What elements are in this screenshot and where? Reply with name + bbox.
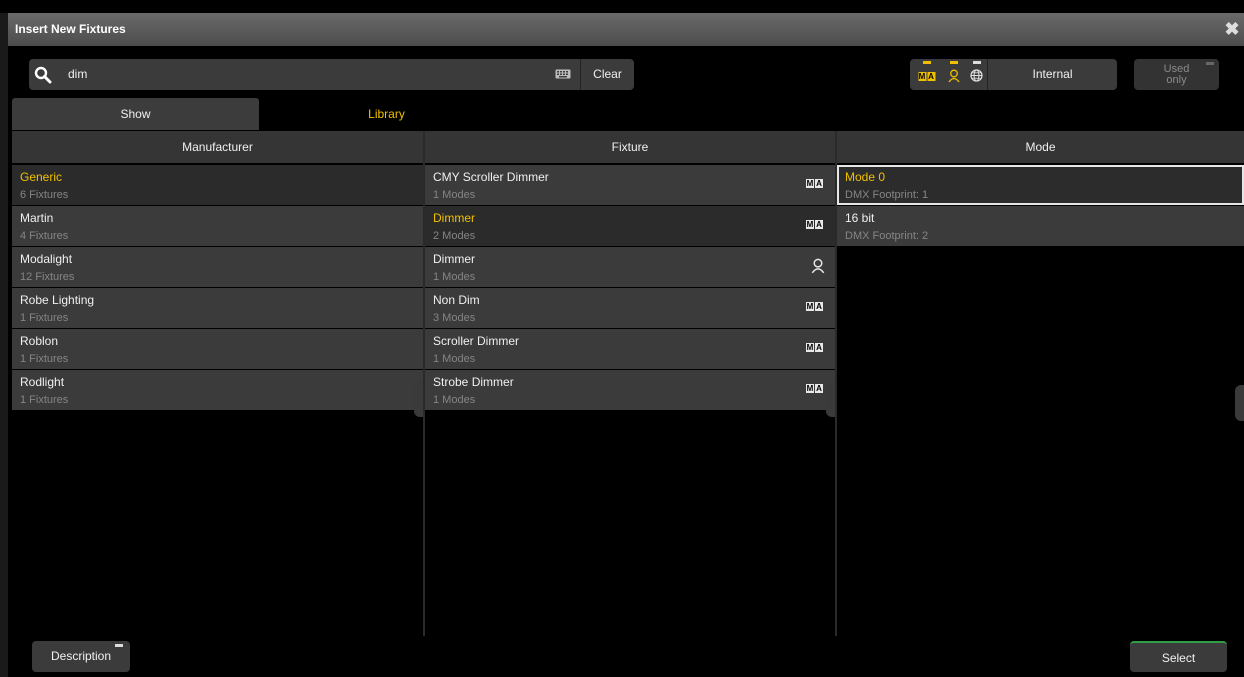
manufacturer-header: Manufacturer — [12, 131, 423, 163]
active-indicator — [950, 61, 958, 64]
ma-icon-letter-m: M — [806, 302, 814, 311]
list-item[interactable]: Scroller Dimmer 1 Modes MA — [425, 329, 835, 369]
manufacturer-name: Generic — [20, 170, 63, 184]
description-button[interactable]: Description — [32, 641, 130, 672]
list-item[interactable]: CMY Scroller Dimmer 1 Modes MA — [425, 165, 835, 205]
search-icon — [34, 66, 52, 84]
fixture-name: Non Dim — [433, 293, 480, 307]
mode-count: 1 Modes — [433, 189, 476, 201]
inactive-indicator — [972, 61, 981, 64]
list-item[interactable]: Roblon 1 Fixtures — [12, 329, 423, 369]
ma-icon: MA — [806, 343, 823, 352]
used-only-toggle[interactable]: Used only — [1134, 59, 1219, 90]
list-item[interactable]: Martin 4 Fixtures — [12, 206, 423, 246]
toggle-indicator — [1206, 62, 1214, 65]
ma-icon: MA — [918, 72, 935, 81]
list-item[interactable]: Rodlight 1 Fixtures — [12, 370, 423, 410]
manufacturer-name: Martin — [20, 211, 54, 225]
mode-count: 1 Modes — [433, 353, 476, 365]
fixture-name: Strobe Dimmer — [433, 375, 514, 389]
manufacturer-name: Robe Lighting — [20, 293, 95, 307]
ma-icon-letter-m: M — [806, 384, 814, 393]
ma-icon-letter-m: M — [806, 220, 814, 229]
tab-library[interactable]: Library — [259, 98, 424, 130]
source-filter-group: MA Internal — [910, 59, 1117, 90]
list-item[interactable]: Mode 0 DMX Footprint: 1 — [837, 165, 1244, 205]
manufacturer-column: Manufacturer Generic 6 Fixtures Martin 4… — [12, 131, 423, 636]
select-button[interactable]: Select — [1130, 641, 1227, 672]
title-bar: Insert New Fixtures ✖ — [8, 13, 1244, 46]
dmx-footprint: DMX Footprint: 1 — [845, 189, 929, 201]
ma-icon-letter-a: A — [815, 384, 823, 393]
scroll-handle[interactable] — [1235, 385, 1244, 421]
fixture-count: 12 Fixtures — [20, 271, 75, 283]
list-item[interactable]: Generic 6 Fixtures — [12, 165, 423, 205]
window-edge — [0, 13, 8, 677]
ma-icon: MA — [806, 179, 823, 188]
scroll-handle[interactable] — [414, 381, 423, 417]
mode-count: 2 Modes — [433, 230, 476, 242]
ma-icon-letter-m: M — [806, 343, 814, 352]
clear-button[interactable]: Clear — [581, 59, 634, 90]
search-input[interactable]: dim — [68, 67, 87, 81]
fixture-count: 1 Fixtures — [20, 353, 69, 365]
ma-icon-letter-a: A — [815, 343, 823, 352]
user-icon — [811, 258, 825, 274]
filter-user-library-button[interactable] — [943, 59, 965, 90]
fixture-count: 6 Fixtures — [20, 189, 69, 201]
active-indicator — [922, 61, 931, 64]
scroll-handle[interactable] — [826, 381, 835, 417]
list-item[interactable]: Robe Lighting 1 Fixtures — [12, 288, 423, 328]
fixture-name: Dimmer — [433, 211, 475, 225]
fixture-column: Fixture CMY Scroller Dimmer 1 Modes MA D… — [425, 131, 835, 636]
ma-icon: MA — [806, 384, 823, 393]
toggle-indicator — [115, 644, 123, 647]
search-bar[interactable]: dim Clear — [29, 59, 634, 90]
fixture-name: Dimmer — [433, 252, 475, 266]
list-item[interactable]: 16 bit DMX Footprint: 2 — [837, 206, 1244, 246]
window-title: Insert New Fixtures — [15, 22, 126, 36]
manufacturer-name: Modalight — [20, 252, 73, 266]
mode-header: Mode — [837, 131, 1244, 163]
list-item[interactable]: Dimmer 2 Modes MA — [425, 206, 835, 246]
tab-show[interactable]: Show — [12, 98, 259, 130]
mode-column: Mode Mode 0 DMX Footprint: 1 16 bit DMX … — [837, 131, 1244, 636]
list-item[interactable]: Modalight 12 Fixtures — [12, 247, 423, 287]
dmx-footprint: DMX Footprint: 2 — [845, 230, 929, 242]
fixture-count: 1 Fixtures — [20, 394, 69, 406]
keyboard-icon[interactable] — [555, 69, 571, 79]
used-only-label-line2: only — [1166, 74, 1187, 86]
ma-icon-letter-a: A — [815, 220, 823, 229]
ma-icon-letter-m: M — [806, 179, 814, 188]
library-source-dropdown[interactable]: Internal — [988, 59, 1117, 90]
filter-ma-library-button[interactable]: MA — [910, 59, 943, 90]
fixture-header: Fixture — [425, 131, 835, 163]
ma-icon-letter-a: A — [815, 179, 823, 188]
ma-icon-letter-a: A — [927, 72, 935, 81]
close-icon[interactable]: ✖ — [1222, 18, 1242, 40]
ma-icon: MA — [806, 220, 823, 229]
manufacturer-name: Roblon — [20, 334, 59, 348]
fixture-count: 1 Fixtures — [20, 312, 69, 324]
ma-icon-letter-m: M — [918, 72, 926, 81]
mode-count: 3 Modes — [433, 312, 476, 324]
mode-count: 1 Modes — [433, 394, 476, 406]
ma-icon: MA — [806, 302, 823, 311]
globe-icon — [970, 69, 983, 82]
fixture-name: CMY Scroller Dimmer — [433, 170, 549, 184]
user-icon — [948, 69, 960, 83]
manufacturer-name: Rodlight — [20, 375, 65, 389]
list-item[interactable]: Non Dim 3 Modes MA — [425, 288, 835, 328]
fixture-count: 4 Fixtures — [20, 230, 69, 242]
mode-name: Mode 0 — [845, 170, 886, 184]
mode-name: 16 bit — [845, 211, 875, 225]
ma-icon-letter-a: A — [815, 302, 823, 311]
fixture-name: Scroller Dimmer — [433, 334, 520, 348]
filter-web-library-button[interactable] — [965, 59, 988, 90]
list-item[interactable]: Dimmer 1 Modes — [425, 247, 835, 287]
list-item[interactable]: Strobe Dimmer 1 Modes MA — [425, 370, 835, 410]
mode-count: 1 Modes — [433, 271, 476, 283]
description-label: Description — [50, 649, 112, 663]
